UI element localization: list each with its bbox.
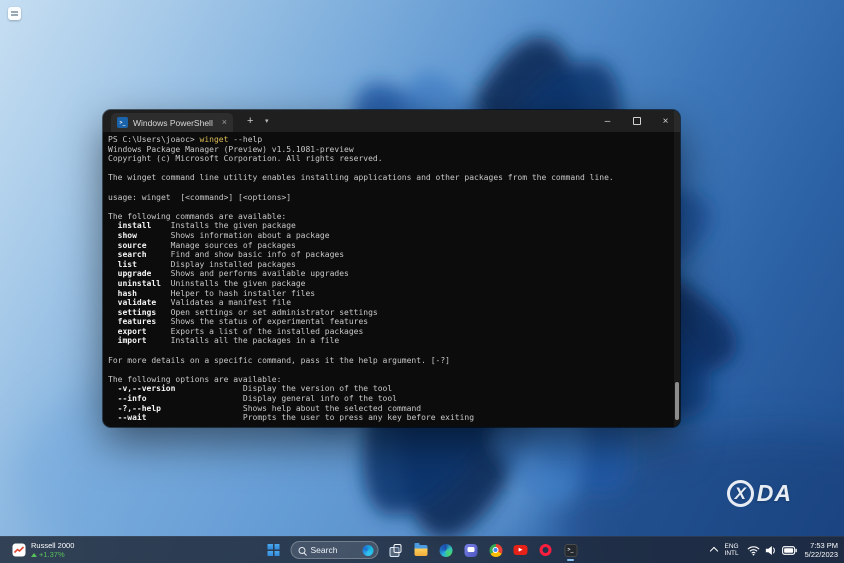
terminal-line: install Installs the given package [108,221,670,231]
taskbar-center: Search ▶ >_ [263,537,582,563]
terminal-line: settings Open settings or set administra… [108,308,670,318]
close-icon: × [663,116,669,127]
window-controls: – × [593,110,680,132]
youtube-icon: ▶ [514,545,528,555]
terminal-line: validate Validates a manifest file [108,298,670,308]
wifi-icon [747,545,760,556]
minimize-button[interactable]: – [593,110,622,132]
terminal-line [108,164,670,174]
language-region: INTL [725,550,739,558]
stock-chart-icon [12,543,26,557]
maximize-button[interactable] [622,110,651,132]
terminal-line: list Display installed packages [108,260,670,270]
terminal-line: -?,--help Shows help about the selected … [108,404,670,414]
xda-watermark: X DA [727,480,792,507]
tab-dropdown-icon: ▾ [265,117,269,125]
new-tab-button[interactable]: + [243,110,257,132]
powershell-tab-icon: >_ [117,117,128,128]
stock-widget-text: Russell 2000 +1.37% [31,541,74,559]
terminal-line: Windows Package Manager (Preview) v1.5.1… [108,145,670,155]
edge-button[interactable] [435,539,457,561]
taskbar-search[interactable]: Search [291,541,379,559]
language-indicator[interactable]: ENG INTL [725,543,739,558]
terminal-line: hash Helper to hash installer files [108,289,670,299]
tab-close-icon[interactable]: × [222,118,227,127]
xda-x-mark: X [727,480,754,507]
terminal-line: search Find and show basic info of packa… [108,250,670,260]
opera-button[interactable] [535,539,557,561]
maximize-icon [633,117,641,125]
start-button[interactable] [263,539,285,561]
chrome-icon [489,544,502,557]
terminal-line: usage: winget [<command>] [<options>] [108,193,670,203]
chevron-up-icon[interactable] [709,547,717,555]
bing-icon [363,545,374,556]
terminal-line [108,202,670,212]
clock-time: 7:53 PM [805,541,838,551]
tab-dropdown-button[interactable]: ▾ [261,110,273,132]
search-icon [299,547,306,554]
volume-icon [765,545,777,556]
chrome-button[interactable] [485,539,507,561]
battery-icon [782,546,797,555]
terminal-line: Copyright (c) Microsoft Corporation. All… [108,154,670,164]
stock-change: +1.37% [39,550,65,559]
task-view-button[interactable] [385,539,407,561]
stock-up-arrow-icon [31,553,37,557]
powershell-window: >_ Windows PowerShell × + ▾ – × PS C:\Us… [103,110,680,427]
taskbar: Russell 2000 +1.37% Search ▶ >_ ENG INTL [0,536,844,563]
terminal-line: import Installs all the packages in a fi… [108,336,670,346]
widgets-button[interactable]: Russell 2000 +1.37% [6,537,80,563]
system-tray: ENG INTL 7:53 PM 5/22/2023 [711,537,838,563]
terminal-line: --info Display general info of the tool [108,394,670,404]
terminal-line: The following options are available: [108,375,670,385]
search-label: Search [311,545,358,555]
windows-start-icon [268,544,280,556]
terminal-button[interactable]: >_ [560,539,582,561]
active-app-indicator [567,559,574,561]
window-titlebar[interactable]: >_ Windows PowerShell × + ▾ – × [103,110,680,132]
terminal-line: PS C:\Users\joaoc> winget --help [108,135,670,145]
terminal-line: --wait Prompts the user to press any key… [108,413,670,423]
language-code: ENG [725,543,739,551]
opera-icon [540,544,552,556]
terminal-line: -v,--version Display the version of the … [108,384,670,394]
edge-icon [439,544,452,557]
terminal-line: The winget command line utility enables … [108,173,670,183]
clock-date: 5/22/2023 [805,550,838,560]
terminal-line: upgrade Shows and performs available upg… [108,269,670,279]
terminal-line [108,365,670,375]
terminal-line [108,346,670,356]
terminal-scrollbar[interactable] [674,110,680,427]
minimize-icon: – [605,116,611,127]
terminal-line: source Manage sources of packages [108,241,670,251]
tray-status-icons[interactable] [747,545,797,556]
new-tab-icon: + [247,115,253,127]
terminal-line [108,183,670,193]
file-explorer-icon [414,545,427,556]
terminal-line: show Shows information about a package [108,231,670,241]
file-explorer-button[interactable] [410,539,432,561]
tab-title: Windows PowerShell [133,118,217,128]
task-view-icon [390,544,402,556]
taskbar-clock[interactable]: 7:53 PM 5/22/2023 [805,541,838,560]
terminal-line: uninstall Uninstalls the given package [108,279,670,289]
terminal-line: features Shows the status of experimenta… [108,317,670,327]
terminal-output[interactable]: PS C:\Users\joaoc> winget --helpWindows … [103,132,680,427]
youtube-button[interactable]: ▶ [510,539,532,561]
stock-name: Russell 2000 [31,541,74,550]
terminal-scrollbar-thumb[interactable] [675,382,679,420]
taskbar-app-icons: ▶ >_ [385,539,582,561]
chat-icon [464,544,477,557]
terminal-line: For more details on a specific command, … [108,356,670,366]
terminal-line: The following commands are available: [108,212,670,222]
desktop-shortcut-icon[interactable] [8,7,21,20]
tab-windows-powershell[interactable]: >_ Windows PowerShell × [111,113,233,132]
chat-button[interactable] [460,539,482,561]
terminal-icon: >_ [564,544,577,557]
xda-da-text: DA [757,480,792,507]
